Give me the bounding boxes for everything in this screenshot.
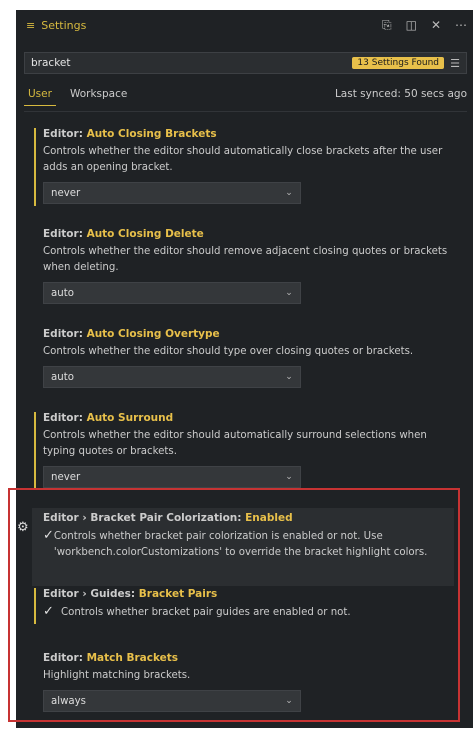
setting-auto-closing-brackets: Editor: Auto Closing Brackets Controls w… xyxy=(34,128,465,206)
filter-icon[interactable]: ☰ xyxy=(444,57,466,70)
setting-title: Editor: Auto Closing Overtype xyxy=(43,328,220,340)
setting-auto-surround: Editor: Auto Surround Controls whether t… xyxy=(34,412,465,488)
setting-description: Controls whether the editor should type … xyxy=(43,346,414,357)
chevron-down-icon: ⌄ xyxy=(285,472,293,482)
setting-auto-closing-delete: Editor: Auto Closing Delete Controls whe… xyxy=(34,228,465,306)
modified-indicator xyxy=(34,128,36,206)
setting-description: Controls whether the editor should autom… xyxy=(43,430,427,457)
settings-scope-tabs: User Workspace Last synced: 50 secs ago xyxy=(24,88,467,112)
auto-closing-delete-select[interactable]: auto ⌄ xyxy=(43,282,301,304)
editor-title-bar: ≡ Settings ⎘ ◫ ✕ ⋯ xyxy=(16,10,473,40)
auto-closing-brackets-select[interactable]: never ⌄ xyxy=(43,182,301,204)
setting-description: Controls whether the editor should autom… xyxy=(43,146,443,173)
more-icon[interactable]: ⋯ xyxy=(455,18,467,33)
setting-title: Editor: Auto Closing Delete xyxy=(43,228,204,240)
auto-surround-select[interactable]: never ⌄ xyxy=(43,466,301,488)
setting-title: Editor: Auto Surround xyxy=(43,412,174,424)
highlight-annotation-box xyxy=(8,488,460,722)
close-icon[interactable]: ✕ xyxy=(431,18,441,33)
open-json-icon[interactable]: ⎘ xyxy=(382,18,392,33)
setting-description: Controls whether the editor should remov… xyxy=(43,246,448,273)
auto-closing-overtype-select[interactable]: auto ⌄ xyxy=(43,366,301,388)
tab-workspace[interactable]: Workspace xyxy=(66,88,131,105)
settings-search-input[interactable]: bracket 13 Settings Found ☰ xyxy=(24,52,467,74)
chevron-down-icon: ⌄ xyxy=(285,288,293,298)
modified-indicator xyxy=(34,412,36,488)
settings-tab-icon: ≡ xyxy=(26,18,36,32)
setting-auto-closing-overtype: Editor: Auto Closing Overtype Controls w… xyxy=(34,328,465,388)
chevron-down-icon: ⌄ xyxy=(285,188,293,198)
chevron-down-icon: ⌄ xyxy=(285,372,293,382)
sync-status: Last synced: 50 secs ago xyxy=(334,88,467,100)
tab-divider xyxy=(24,111,467,112)
setting-title: Editor: Auto Closing Brackets xyxy=(43,128,217,140)
search-value[interactable]: bracket xyxy=(25,57,70,69)
split-editor-icon[interactable]: ◫ xyxy=(406,18,417,33)
settings-found-badge: 13 Settings Found xyxy=(352,57,444,69)
tab-user[interactable]: User xyxy=(24,88,56,106)
settings-tab-title[interactable]: Settings xyxy=(41,19,86,32)
